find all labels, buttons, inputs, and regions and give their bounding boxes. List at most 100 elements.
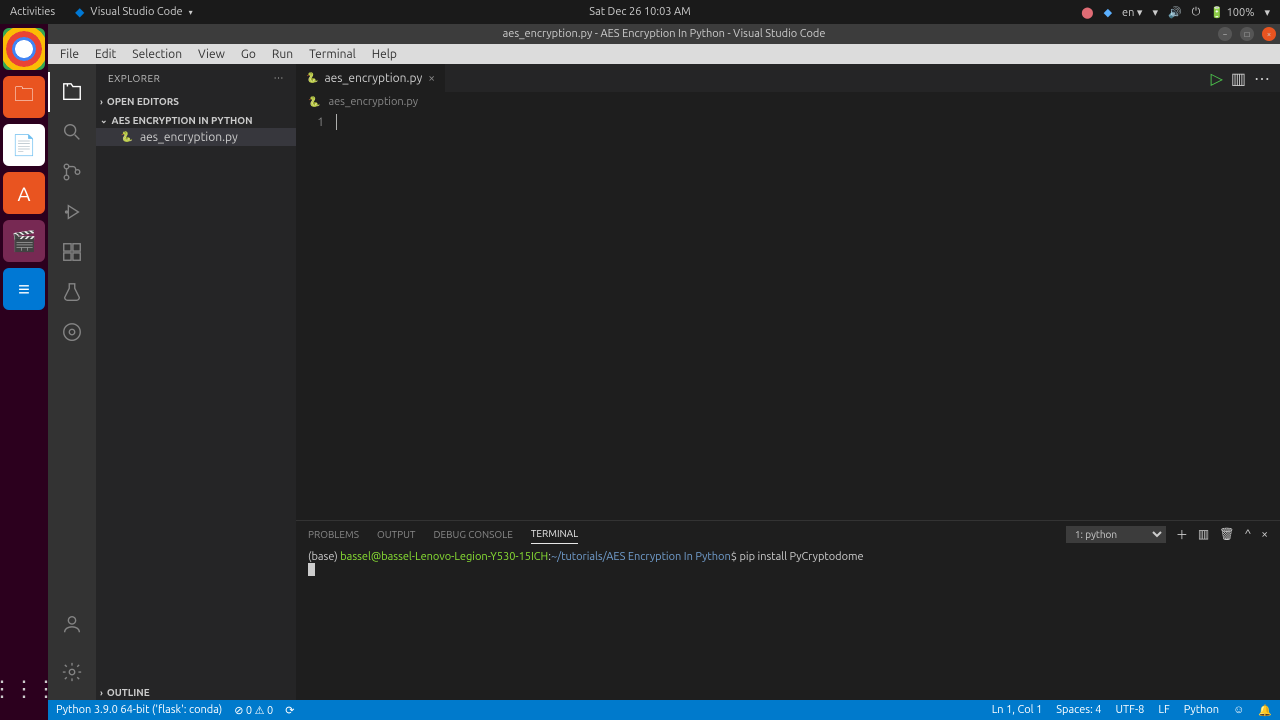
- menu-edit[interactable]: Edit: [87, 48, 124, 61]
- open-editors-header[interactable]: › OPEN EDITORS: [96, 94, 296, 109]
- outline-label: OUTLINE: [107, 687, 150, 698]
- terminal-content[interactable]: (base) bassel@bassel-Lenovo-Legion-Y530-…: [296, 547, 1280, 700]
- term-command: pip install PyCryptodome: [739, 551, 863, 563]
- status-language[interactable]: Python: [1184, 704, 1219, 716]
- outline-header[interactable]: › OUTLINE: [96, 685, 296, 700]
- app-label: Visual Studio Code: [90, 6, 182, 18]
- editor-area: 🐍 aes_encryption.py × ▷ ▥ ⋯ 🐍 aes_encryp…: [296, 64, 1280, 700]
- vscode-window: aes_encryption.py - AES Encryption In Py…: [48, 24, 1280, 720]
- ubuntu-dock: 🗀 📄 A 🎬 ≡ ⋮⋮⋮: [0, 0, 48, 720]
- network-icon[interactable]: ▾: [1152, 6, 1158, 19]
- kill-terminal-icon[interactable]: 🗑: [1219, 527, 1234, 541]
- status-liveserver[interactable]: ⟳: [285, 704, 294, 717]
- python-file-icon: 🐍: [306, 72, 318, 84]
- activity-search-icon[interactable]: [48, 112, 96, 152]
- editor-tab[interactable]: 🐍 aes_encryption.py ×: [296, 64, 446, 92]
- menu-terminal[interactable]: Terminal: [301, 48, 364, 61]
- dock-vscode-icon[interactable]: ≡: [3, 268, 45, 310]
- bottom-panel: PROBLEMS OUTPUT DEBUG CONSOLE TERMINAL 1…: [296, 520, 1280, 700]
- maximize-panel-icon[interactable]: ^: [1244, 528, 1251, 541]
- explorer-sidebar: EXPLORER ⋯ › OPEN EDITORS ⌄ AES ENCRYPTI…: [96, 64, 296, 700]
- status-indentation[interactable]: Spaces: 4: [1056, 704, 1101, 716]
- dropdown-icon: ▾: [189, 8, 193, 17]
- status-encoding[interactable]: UTF-8: [1116, 704, 1145, 716]
- split-terminal-icon[interactable]: ▥: [1198, 527, 1209, 541]
- term-env: (base): [308, 551, 340, 563]
- menu-run[interactable]: Run: [264, 48, 301, 61]
- python-file-icon: 🐍: [120, 130, 134, 144]
- close-panel-icon[interactable]: ×: [1261, 528, 1268, 541]
- battery-indicator[interactable]: 🔋 100%: [1210, 6, 1254, 19]
- window-close-button[interactable]: ×: [1262, 27, 1276, 41]
- app-menu[interactable]: ◆ Visual Studio Code ▾: [69, 5, 198, 19]
- chevron-down-icon: ⌄: [100, 115, 108, 126]
- activity-source-control-icon[interactable]: [48, 152, 96, 192]
- dock-files-icon[interactable]: 🗀: [3, 76, 45, 118]
- tray-icon[interactable]: ◆: [1104, 6, 1112, 19]
- record-icon[interactable]: ⬤: [1081, 6, 1093, 19]
- split-editor-icon[interactable]: ▥: [1231, 69, 1246, 88]
- chevron-right-icon: ›: [100, 97, 103, 107]
- panel-tab-output[interactable]: OUTPUT: [377, 525, 416, 544]
- menu-file[interactable]: File: [52, 48, 87, 61]
- tab-label: aes_encryption.py: [324, 72, 422, 85]
- panel-tab-debug[interactable]: DEBUG CONSOLE: [433, 525, 512, 544]
- status-feedback-icon[interactable]: ☺: [1233, 704, 1244, 716]
- activity-test-icon[interactable]: [48, 272, 96, 312]
- system-menu-icon[interactable]: ▾: [1264, 6, 1270, 19]
- activities-button[interactable]: Activities: [10, 6, 55, 18]
- file-tree-item[interactable]: 🐍 aes_encryption.py: [96, 128, 296, 146]
- activity-bar: [48, 64, 96, 700]
- activity-settings-icon[interactable]: [48, 652, 96, 692]
- term-userhost: bassel@bassel-Lenovo-Legion-Y530-15ICH: [340, 551, 548, 563]
- status-eol[interactable]: LF: [1158, 704, 1169, 716]
- panel-tab-terminal[interactable]: TERMINAL: [531, 524, 578, 544]
- activity-account-icon[interactable]: [48, 604, 96, 644]
- status-problems[interactable]: ⊘ 0 ⚠ 0: [234, 704, 273, 717]
- dock-chrome-icon[interactable]: [3, 28, 45, 70]
- open-editors-label: OPEN EDITORS: [107, 96, 179, 107]
- sidebar-title: EXPLORER: [108, 73, 160, 84]
- window-title: aes_encryption.py - AES Encryption In Py…: [503, 28, 826, 40]
- editor-tabs: 🐍 aes_encryption.py × ▷ ▥ ⋯: [296, 64, 1280, 92]
- menu-go[interactable]: Go: [233, 48, 264, 61]
- activity-debug-icon[interactable]: [48, 192, 96, 232]
- line-number: 1: [296, 114, 324, 131]
- breadcrumb[interactable]: 🐍 aes_encryption.py: [296, 92, 1280, 112]
- dock-video-icon[interactable]: 🎬: [3, 220, 45, 262]
- activity-live-icon[interactable]: [48, 312, 96, 352]
- volume-icon[interactable]: 🔊: [1168, 6, 1182, 19]
- vscode-icon: ◆: [75, 5, 84, 19]
- language-indicator[interactable]: en ▾: [1122, 6, 1142, 19]
- panel-tab-problems[interactable]: PROBLEMS: [308, 525, 359, 544]
- run-file-icon[interactable]: ▷: [1211, 69, 1223, 88]
- activity-extensions-icon[interactable]: [48, 232, 96, 272]
- terminal-select[interactable]: 1: python: [1066, 526, 1166, 543]
- system-datetime[interactable]: Sat Dec 26 10:03 AM: [589, 6, 690, 18]
- editor-more-icon[interactable]: ⋯: [1254, 69, 1270, 88]
- dock-libreoffice-icon[interactable]: 📄: [3, 124, 45, 166]
- dock-apps-icon[interactable]: ⋮⋮⋮: [3, 668, 45, 710]
- system-top-bar: Activities ◆ Visual Studio Code ▾ Sat De…: [0, 0, 1280, 24]
- editor-content[interactable]: 1: [296, 112, 1280, 520]
- term-path: ~/tutorials/AES Encryption In Python: [551, 551, 731, 563]
- menu-selection[interactable]: Selection: [124, 48, 190, 61]
- project-header[interactable]: ⌄ AES ENCRYPTION IN PYTHON: [96, 113, 296, 128]
- window-minimize-button[interactable]: −: [1218, 27, 1232, 41]
- dock-software-icon[interactable]: A: [3, 172, 45, 214]
- python-file-icon: 🐍: [308, 96, 320, 108]
- menu-view[interactable]: View: [190, 48, 233, 61]
- status-notifications-icon[interactable]: 🔔: [1258, 704, 1272, 717]
- sidebar-more-icon[interactable]: ⋯: [274, 72, 285, 84]
- status-python[interactable]: Python 3.9.0 64-bit ('flask': conda): [56, 704, 222, 716]
- menu-bar: File Edit Selection View Go Run Terminal…: [48, 44, 1280, 64]
- new-terminal-icon[interactable]: ＋: [1176, 526, 1188, 543]
- status-cursor-position[interactable]: Ln 1, Col 1: [992, 704, 1043, 716]
- tab-close-icon[interactable]: ×: [428, 72, 435, 85]
- code-area[interactable]: [336, 112, 1280, 520]
- window-maximize-button[interactable]: □: [1240, 27, 1254, 41]
- power-icon[interactable]: ⏻: [1192, 6, 1201, 19]
- window-titlebar: aes_encryption.py - AES Encryption In Py…: [48, 24, 1280, 44]
- activity-explorer-icon[interactable]: [48, 72, 96, 112]
- menu-help[interactable]: Help: [364, 48, 405, 61]
